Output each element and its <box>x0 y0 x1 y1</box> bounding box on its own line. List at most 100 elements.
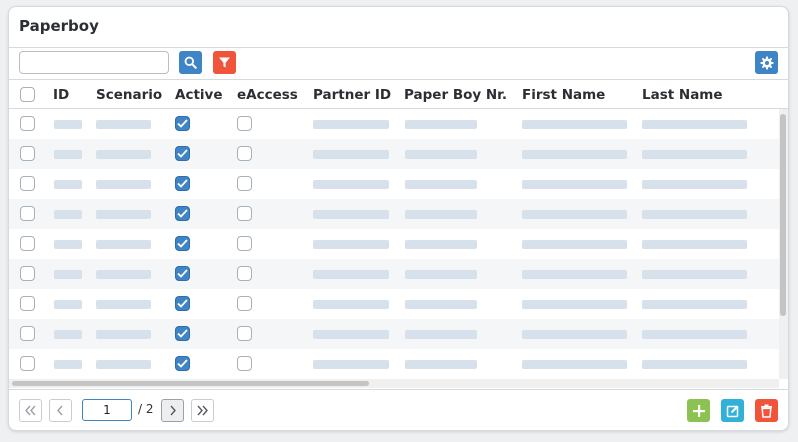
cell-partner-id-placeholder <box>313 150 389 159</box>
search-button[interactable] <box>179 51 202 74</box>
first-page-button[interactable] <box>19 399 42 422</box>
table-row[interactable] <box>9 139 779 169</box>
delete-button[interactable] <box>755 399 778 422</box>
column-header-eaccess[interactable]: eAccess <box>237 87 298 103</box>
cell-paper-boy-nr-placeholder <box>405 210 477 219</box>
row-select-checkbox[interactable] <box>20 326 35 341</box>
page-total-label: / 2 <box>138 402 154 416</box>
column-header-partner-id[interactable]: Partner ID <box>313 87 391 103</box>
active-checkbox[interactable] <box>175 296 190 311</box>
cell-partner-id-placeholder <box>313 270 389 279</box>
row-select-checkbox[interactable] <box>20 146 35 161</box>
active-checkbox[interactable] <box>175 206 190 221</box>
row-select-checkbox[interactable] <box>20 236 35 251</box>
cell-scenario-placeholder <box>96 240 151 249</box>
cell-first-name-placeholder <box>522 270 627 279</box>
eaccess-checkbox[interactable] <box>237 296 252 311</box>
title-divider <box>9 47 788 48</box>
cell-last-name-placeholder <box>642 330 747 339</box>
cell-id-placeholder <box>54 300 82 309</box>
cell-id-placeholder <box>54 150 82 159</box>
row-select-checkbox[interactable] <box>20 356 35 371</box>
eaccess-checkbox[interactable] <box>237 236 252 251</box>
column-header-active[interactable]: Active <box>175 87 223 103</box>
row-select-checkbox[interactable] <box>20 206 35 221</box>
column-header-id[interactable]: ID <box>53 87 69 103</box>
column-header-last-name[interactable]: Last Name <box>642 87 723 103</box>
cell-partner-id-placeholder <box>313 300 389 309</box>
cell-last-name-placeholder <box>642 210 747 219</box>
previous-page-button[interactable] <box>49 399 72 422</box>
active-checkbox[interactable] <box>175 146 190 161</box>
cell-paper-boy-nr-placeholder <box>405 240 477 249</box>
eaccess-checkbox[interactable] <box>237 326 252 341</box>
active-checkbox[interactable] <box>175 116 190 131</box>
select-all-checkbox[interactable] <box>20 87 35 102</box>
column-header-first-name[interactable]: First Name <box>522 87 605 103</box>
cell-partner-id-placeholder <box>313 210 389 219</box>
table-row[interactable] <box>9 199 779 229</box>
settings-button[interactable] <box>755 51 778 74</box>
cell-scenario-placeholder <box>96 270 151 279</box>
table-row[interactable] <box>9 289 779 319</box>
table-row[interactable] <box>9 349 779 379</box>
eaccess-checkbox[interactable] <box>237 266 252 281</box>
page-number-input[interactable] <box>82 399 132 421</box>
cell-paper-boy-nr-placeholder <box>405 120 477 129</box>
edit-icon <box>726 405 738 417</box>
cell-id-placeholder <box>54 210 82 219</box>
table-header: ID Scenario Active eAccess Partner ID Pa… <box>9 79 788 109</box>
table-row[interactable] <box>9 319 779 349</box>
chevron-right-icon <box>170 405 176 416</box>
eaccess-checkbox[interactable] <box>237 176 252 191</box>
column-header-scenario[interactable]: Scenario <box>96 87 162 103</box>
cell-partner-id-placeholder <box>313 180 389 189</box>
table-row[interactable] <box>9 259 779 289</box>
column-header-paper-boy-nr[interactable]: Paper Boy Nr. <box>404 87 507 103</box>
active-checkbox[interactable] <box>175 356 190 371</box>
row-select-checkbox[interactable] <box>20 116 35 131</box>
active-checkbox[interactable] <box>175 176 190 191</box>
search-input[interactable] <box>19 51 169 74</box>
active-checkbox[interactable] <box>175 326 190 341</box>
filter-button[interactable] <box>213 51 236 74</box>
vertical-scroll-thumb[interactable] <box>780 114 786 316</box>
row-select-checkbox[interactable] <box>20 176 35 191</box>
cell-id-placeholder <box>54 120 82 129</box>
add-button[interactable] <box>687 399 710 422</box>
active-checkbox[interactable] <box>175 236 190 251</box>
cell-first-name-placeholder <box>522 300 627 309</box>
cell-id-placeholder <box>54 360 82 369</box>
horizontal-scroll-thumb[interactable] <box>12 381 369 386</box>
table-row[interactable] <box>9 169 779 199</box>
edit-button[interactable] <box>721 399 744 422</box>
panel-title: Paperboy <box>19 17 99 35</box>
cell-scenario-placeholder <box>96 210 151 219</box>
cell-scenario-placeholder <box>96 360 151 369</box>
eaccess-checkbox[interactable] <box>237 206 252 221</box>
cell-first-name-placeholder <box>522 330 627 339</box>
filter-icon <box>219 57 230 68</box>
cell-scenario-placeholder <box>96 300 151 309</box>
eaccess-checkbox[interactable] <box>237 146 252 161</box>
double-chevron-left-icon <box>25 405 36 416</box>
row-select-checkbox[interactable] <box>20 296 35 311</box>
cell-last-name-placeholder <box>642 300 747 309</box>
active-checkbox[interactable] <box>175 266 190 281</box>
cell-partner-id-placeholder <box>313 120 389 129</box>
plus-icon <box>692 404 705 417</box>
next-page-button[interactable] <box>161 399 184 422</box>
vertical-scrollbar[interactable] <box>779 109 788 379</box>
cell-last-name-placeholder <box>642 120 747 129</box>
eaccess-checkbox[interactable] <box>237 116 252 131</box>
table-row[interactable] <box>9 109 779 139</box>
cell-partner-id-placeholder <box>313 360 389 369</box>
eaccess-checkbox[interactable] <box>237 356 252 371</box>
cell-last-name-placeholder <box>642 180 747 189</box>
row-select-checkbox[interactable] <box>20 266 35 281</box>
horizontal-scrollbar[interactable] <box>9 379 779 388</box>
last-page-button[interactable] <box>191 399 214 422</box>
cell-last-name-placeholder <box>642 270 747 279</box>
table-row[interactable] <box>9 229 779 259</box>
cell-partner-id-placeholder <box>313 330 389 339</box>
